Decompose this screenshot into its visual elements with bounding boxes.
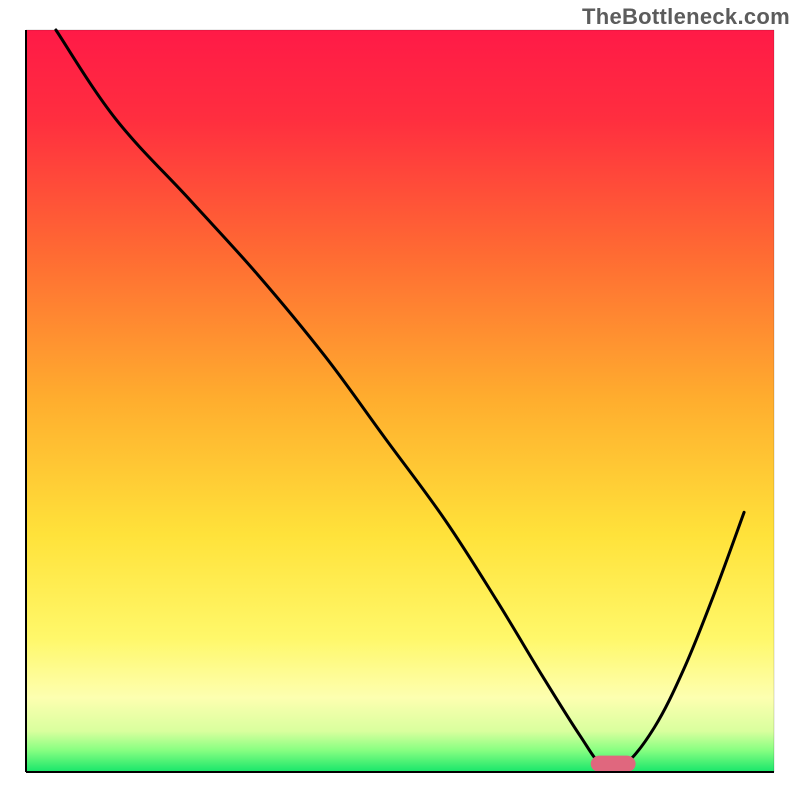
- bottleneck-chart: [0, 0, 800, 800]
- optimum-marker: [591, 756, 636, 772]
- watermark-text: TheBottleneck.com: [582, 4, 790, 30]
- plot-background: [26, 30, 774, 772]
- chart-container: TheBottleneck.com: [0, 0, 800, 800]
